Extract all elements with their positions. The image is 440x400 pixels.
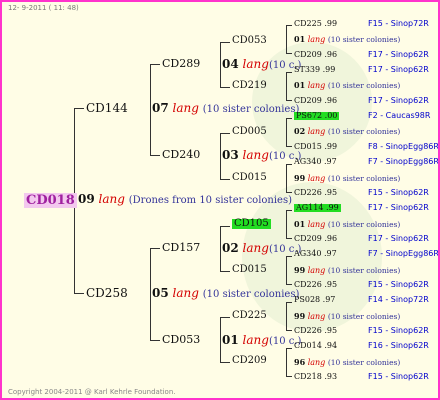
leaf-queen-id[interactable]: CD225 .99 xyxy=(294,20,337,28)
gen2-mating: 04 lang(10 c.) xyxy=(222,57,302,71)
mating-lang: lang xyxy=(307,358,326,367)
mating-note: (10 sister colonies) xyxy=(327,358,401,367)
leaf-queen-id[interactable]: AG114 .99 xyxy=(294,204,341,212)
leaf-queen-id[interactable]: CD209 .96 xyxy=(294,97,337,105)
leaf-mating: 96 lang (10 sister colonies) xyxy=(294,358,400,367)
mating-number: 01 xyxy=(294,219,306,229)
root-queen[interactable]: CD018 xyxy=(24,193,77,208)
leaf-mating: 01 lang (10 sister colonies) xyxy=(294,35,400,44)
mating-number: 02 xyxy=(294,126,306,136)
mating-number: 99 xyxy=(294,311,306,321)
leaf-queen-id[interactable]: CD015 .99 xyxy=(294,143,337,151)
copyright-footer: Copyright 2004-2011 @ Karl Kehrle Founda… xyxy=(8,388,176,396)
mating-lang: lang xyxy=(307,81,326,90)
leaf-mating: 99 lang (10 sister colonies) xyxy=(294,174,400,183)
leaf-mating: 02 lang (10 sister colonies) xyxy=(294,127,400,136)
gen3-queen[interactable]: CD015 xyxy=(232,265,267,275)
leaf-mating: 99 lang (10 sister colonies) xyxy=(294,266,400,275)
leaf-queen-id[interactable]: AG340 .97 xyxy=(294,250,337,258)
mating-lang: lang xyxy=(307,266,326,275)
leaf-queen-id[interactable]: AG340 .97 xyxy=(294,158,337,166)
gen1-queen-lower[interactable]: CD258 xyxy=(86,287,128,299)
leaf-station: F17 - Sinop62R xyxy=(368,234,429,243)
mating-number: 01 xyxy=(294,34,306,44)
leaf-queen-id[interactable]: PS028 .97 xyxy=(294,296,335,304)
leaf-queen-id[interactable]: CD209 .96 xyxy=(294,235,337,243)
leaf-station: F17 - Sinop62R xyxy=(368,96,429,105)
gen3-queen[interactable]: CD015 xyxy=(232,173,267,183)
leaf-station: F15 - Sinop62R xyxy=(368,326,429,335)
mating-note: (10 sister colonies) xyxy=(327,312,401,321)
mating-note: (10 sister colonies) xyxy=(327,174,401,183)
leaf-station: F15 - Sinop62R xyxy=(368,372,429,381)
leaf-station: F16 - Sinop62R xyxy=(368,341,429,350)
leaf-queen-id[interactable]: CD218 .93 xyxy=(294,373,337,381)
gen3-queen[interactable]: CD219 xyxy=(232,81,267,91)
leaf-station: F7 - SinopEgg86R xyxy=(368,157,439,166)
leaf-queen-id[interactable]: CD209 .96 xyxy=(294,51,337,59)
mating-note: (10 sister colonies) xyxy=(327,127,401,136)
leaf-mating: 01 lang (10 sister colonies) xyxy=(294,220,400,229)
gen2-queen[interactable]: CD157 xyxy=(162,242,200,253)
gen2-queen[interactable]: CD240 xyxy=(162,149,200,160)
gen3-queen[interactable]: CD005 xyxy=(232,127,267,137)
mating-note: (10 sister colonies) xyxy=(327,220,401,229)
gen2-queen[interactable]: CD289 xyxy=(162,58,200,69)
leaf-station: F17 - Sinop62R xyxy=(368,50,429,59)
gen2-mating: 03 lang(10 c.) xyxy=(222,148,302,162)
leaf-station: F2 - Caucas98R xyxy=(368,111,431,120)
gen3-queen[interactable]: CD053 xyxy=(232,36,267,46)
mating-lang: lang xyxy=(307,174,326,183)
mating-number: 99 xyxy=(294,265,306,275)
leaf-queen-id[interactable]: CD226 .95 xyxy=(294,281,337,289)
gen3-queen[interactable]: CD225 xyxy=(232,311,267,321)
gen2-queen[interactable]: CD053 xyxy=(162,334,200,345)
leaf-queen-id[interactable]: ST339 .99 xyxy=(294,66,335,74)
mating-lang: lang xyxy=(307,312,326,321)
leaf-queen-id[interactable]: CD014 .94 xyxy=(294,342,337,350)
leaf-station: F7 - SinopEgg86R xyxy=(368,249,439,258)
mating-note: (10 sister colonies) xyxy=(327,81,401,90)
mating-number: 99 xyxy=(294,173,306,183)
mating-number: 01 xyxy=(294,80,306,90)
print-timestamp: 12- 9-2011 ( 11: 48) xyxy=(8,4,79,12)
mating-note: (10 sister colonies) xyxy=(327,35,401,44)
mating-lang: lang xyxy=(307,127,326,136)
mating-note: (10 sister colonies) xyxy=(327,266,401,275)
leaf-station: F17 - Sinop62R xyxy=(368,65,429,74)
gen3-queen[interactable]: CD105 xyxy=(232,219,271,229)
gen2-mating: 02 lang(10 c.) xyxy=(222,241,302,255)
pedigree-frame: 12- 9-2011 ( 11: 48) CD018 09 lang (Dron… xyxy=(0,0,440,400)
gen1-lower-mating: 05 lang (10 sister colonies) xyxy=(152,286,300,300)
mating-lang: lang xyxy=(307,220,326,229)
leaf-station: F17 - Sinop62R xyxy=(368,203,429,212)
leaf-queen-id[interactable]: PS672 .00 xyxy=(294,112,340,120)
leaf-station: F15 - Sinop62R xyxy=(368,280,429,289)
leaf-queen-id[interactable]: CD226 .95 xyxy=(294,189,337,197)
gen1-queen-upper[interactable]: CD144 xyxy=(86,102,128,114)
leaf-queen-id[interactable]: CD226 .95 xyxy=(294,327,337,335)
mating-number: 96 xyxy=(294,357,306,367)
leaf-mating: 01 lang (10 sister colonies) xyxy=(294,81,400,90)
leaf-mating: 99 lang (10 sister colonies) xyxy=(294,312,400,321)
leaf-station: F8 - SinopEgg86R xyxy=(368,142,439,151)
leaf-station: F15 - Sinop62R xyxy=(368,188,429,197)
root-mating: 09 lang (Drones from 10 sister colonies) xyxy=(78,192,293,206)
gen2-mating: 01 lang(10 c.) xyxy=(222,333,302,347)
mating-lang: lang xyxy=(307,35,326,44)
leaf-station: F14 - Sinop72R xyxy=(368,295,429,304)
gen3-queen[interactable]: CD209 xyxy=(232,356,267,366)
gen1-upper-mating: 07 lang (10 sister colonies) xyxy=(152,101,300,115)
leaf-station: F15 - Sinop72R xyxy=(368,19,429,28)
